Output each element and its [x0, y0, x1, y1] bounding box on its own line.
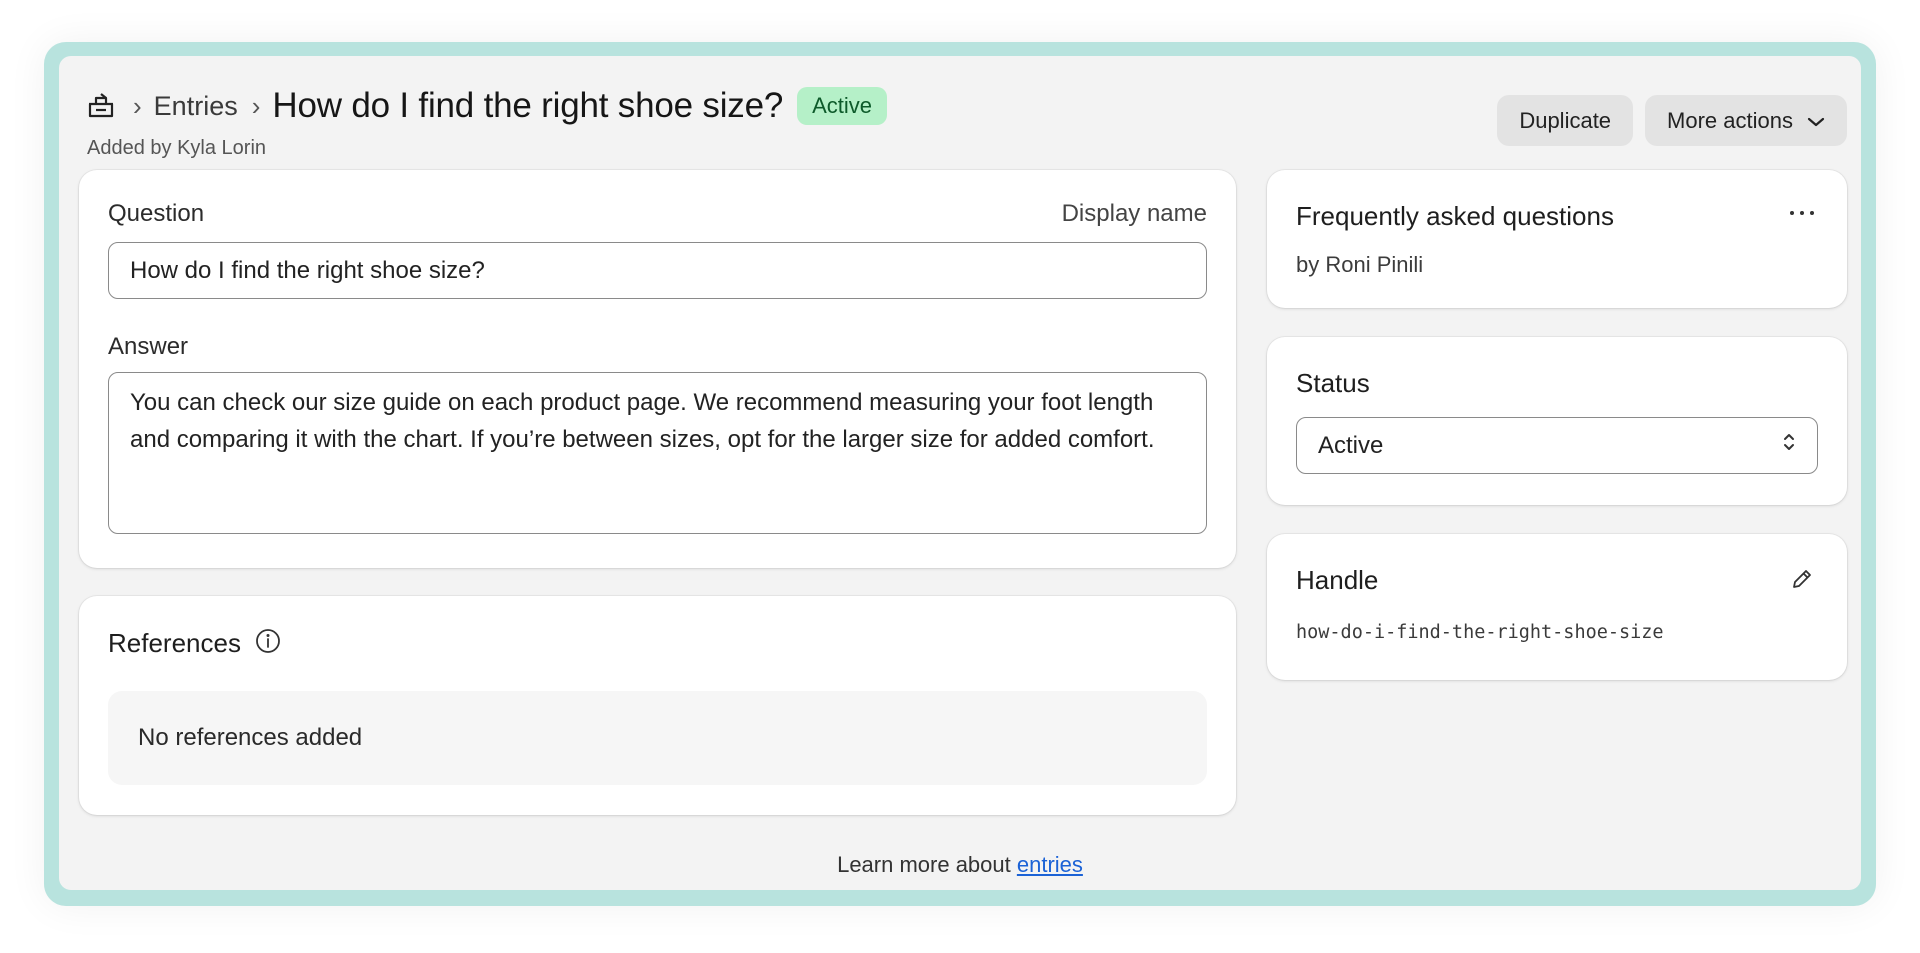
header-actions: Duplicate More actions [1497, 95, 1847, 146]
question-input[interactable]: How do I find the right shoe size? [108, 242, 1207, 299]
breadcrumb-entries-link[interactable]: Entries [154, 91, 238, 122]
references-card: References No references added [79, 596, 1236, 815]
learn-more-text: Learn more about [837, 852, 1017, 877]
chevron-down-icon [1807, 108, 1825, 134]
status-title: Status [1296, 368, 1370, 398]
learn-more-footer: Learn more about entries [59, 852, 1861, 878]
pencil-icon[interactable] [1790, 567, 1814, 596]
breadcrumb-separator-icon: › [133, 91, 142, 121]
faq-author: by Roni Pinili [1296, 252, 1424, 277]
page-title: How do I find the right shoe size? [272, 86, 784, 125]
status-badge: Active [797, 87, 888, 125]
duplicate-button[interactable]: Duplicate [1497, 95, 1634, 146]
status-card: Status Active [1267, 337, 1847, 505]
entry-fields-card: Question Display name How do I find the … [79, 170, 1236, 568]
references-empty-state: No references added [108, 691, 1207, 785]
answer-label: Answer [108, 333, 189, 360]
answer-textarea[interactable]: You can check our size guide on each pro… [108, 372, 1207, 534]
display-name-hint: Display name [1061, 200, 1207, 227]
info-icon[interactable] [255, 628, 281, 659]
question-label: Question [108, 200, 205, 227]
more-options-icon[interactable] [1789, 204, 1815, 222]
more-actions-button[interactable]: More actions [1645, 95, 1847, 146]
references-title: References [108, 628, 241, 658]
handle-title: Handle [1296, 565, 1379, 595]
select-arrows-icon [1782, 430, 1796, 461]
more-actions-button-label: More actions [1667, 107, 1793, 133]
faq-card: Frequently asked questions by Roni Pinil… [1267, 170, 1847, 308]
duplicate-button-label: Duplicate [1519, 107, 1612, 133]
handle-value: how-do-i-find-the-right-shoe-size [1296, 622, 1664, 643]
store-icon[interactable] [87, 91, 117, 121]
breadcrumb-separator-icon: › [251, 91, 261, 121]
entry-page: › Entries › How do I find the right shoe… [59, 56, 1861, 890]
status-select[interactable]: Active [1296, 417, 1818, 474]
status-select-value: Active [1318, 431, 1384, 459]
faq-title[interactable]: Frequently asked questions [1296, 201, 1614, 232]
handle-card: Handle how-do-i-find-the-right-shoe-size [1267, 534, 1847, 680]
entries-link[interactable]: entries [1017, 852, 1083, 877]
page-header: › Entries › How do I find the right shoe… [87, 78, 1847, 159]
